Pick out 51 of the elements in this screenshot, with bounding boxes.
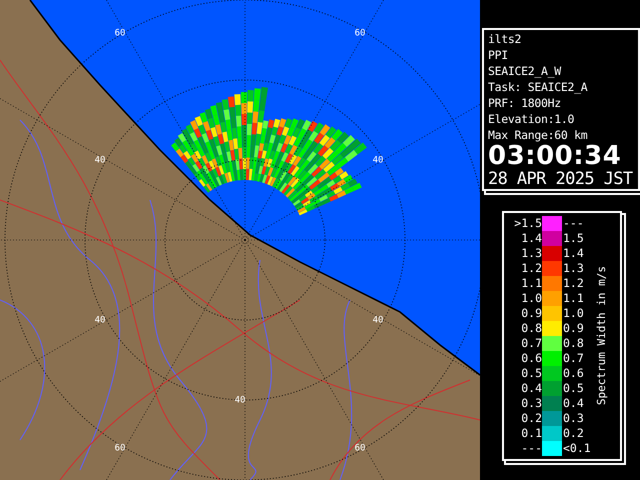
legend-label: 0.7 [562,351,585,366]
legend-label: --- [562,216,585,231]
legend-label: 0.8 [562,336,585,351]
legend-label: 0.6 [520,351,542,366]
info-line: ilts2 [488,31,522,47]
legend-label: 0.2 [562,426,585,441]
legend-label: 1.3 [562,261,585,276]
legend-label: 1.0 [562,306,585,321]
range-label: 60 [354,443,366,454]
info-line: SEAICE2_A_W [488,63,562,79]
legend-label: 0.2 [520,411,542,426]
legend-label: 1.3 [520,246,542,261]
legend-label: 1.4 [520,231,542,246]
range-label: 60 [114,28,126,38]
legend-label: 0.9 [562,321,585,336]
legend-label: 1.1 [520,276,542,291]
info-line: PPI [488,47,509,63]
legend-label: 0.6 [562,366,585,381]
info-line: Elevation:1.0 [488,111,576,127]
legend-label: --- [520,441,542,456]
legend-title: Spectrum Width in m/s [595,266,608,406]
date-display: 28 APR 2025 JST [488,169,634,189]
legend-label: 0.4 [562,396,585,411]
info-line: Task: SEAICE2_A [488,79,588,95]
legend-label: 0.3 [562,411,585,426]
legend-label: 0.3 [520,396,542,411]
legend-label: 1.2 [520,261,542,276]
info-line: Max Range:60 km [488,127,588,143]
legend-label: 0.5 [562,381,585,396]
range-label: 40 [372,155,384,166]
range-label: 40 [234,395,246,406]
legend-label: <0.1 [562,441,592,456]
legend-label: 0.8 [520,321,542,336]
range-label: 40 [94,155,106,166]
legend-label: 0.5 [520,366,542,381]
legend-label: 1.5 [562,231,585,246]
range-label: 60 [354,28,366,38]
legend-label: 1.2 [562,276,585,291]
legend-label: 1.0 [520,291,542,306]
range-label: 60 [114,443,126,454]
legend-label: 0.7 [520,336,542,351]
legend-label: 1.4 [562,246,585,261]
range-label: 40 [94,315,106,326]
legend-label: 0.4 [520,381,542,396]
range-label: 40 [372,315,384,326]
legend-label: 0.9 [520,306,542,321]
legend-label: >1.5 [513,216,542,231]
info-line: PRF: 1800Hz [488,95,562,111]
legend-label: 0.1 [520,426,542,441]
time-display: 03:00:34 [488,143,622,169]
legend-label: 1.1 [562,291,585,306]
